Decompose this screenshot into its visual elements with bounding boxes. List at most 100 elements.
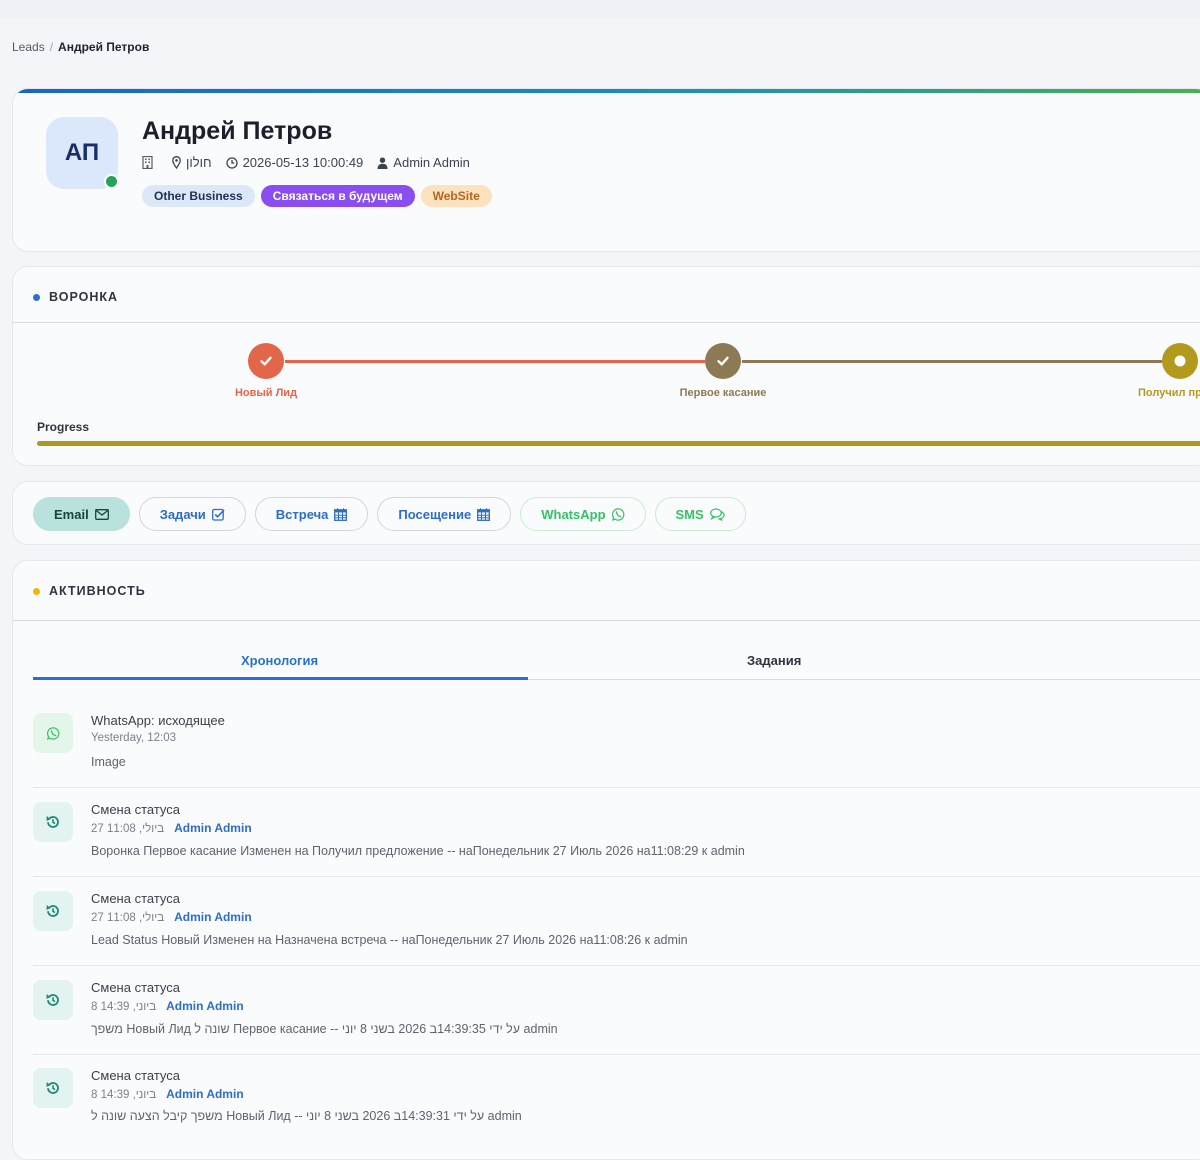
action-buttons: Email Задачи Встреча Посещение WhatsApp … [33,497,755,531]
tab-timeline[interactable]: Хронология [241,653,318,668]
funnel-connector-1 [285,360,705,363]
tasks-button[interactable]: Задачи [138,497,246,531]
check-square-icon [211,508,225,521]
visit-button-label: Посещение [398,506,472,522]
meeting-button[interactable]: Встреча [254,497,369,531]
envelope-icon [94,508,109,520]
current-step-icon [1174,355,1186,367]
timeline-item-meta: 8 14:39 ,ביוני Admin Admin [91,999,244,1013]
timeline-item-title: Смена статуса [91,1068,181,1083]
timeline-item-time: 8 14:39 ,ביוני [91,1089,157,1101]
top-bar [0,0,1200,18]
activity-heading: АКТИВНОСТЬ [33,584,146,598]
timeline-separator [33,965,1200,966]
breadcrumb-current: Андрей Петров [58,40,150,54]
activity-divider [13,620,1200,621]
breadcrumb: Leads / Андрей Петров [12,40,149,54]
tab-tasks[interactable]: Задания [747,653,801,668]
calendar-icon [477,507,491,521]
timeline-item-title: WhatsApp: исходящее [91,713,225,728]
timeline-item-body: Lead Status Новый Изменен на Назначена в… [91,933,688,947]
sms-button-label: SMS [675,506,704,522]
lead-name: Андрей Петров [142,117,333,145]
tag-source: WebSite [420,185,492,207]
email-button[interactable]: Email [33,497,130,531]
funnel-divider [13,322,1200,323]
funnel-heading-dot [33,293,40,301]
user-icon [377,157,388,169]
timeline-item-body: משפך קיבל הצעה שונה ל Новый Лид -- על יד… [91,1109,522,1123]
tag-status: Связаться в будущем [260,185,415,207]
funnel-step-got-offer[interactable] [1162,343,1198,379]
header-accent-bar [13,89,1200,93]
breadcrumb-leads-link[interactable]: Leads [12,40,45,54]
timeline-item-body: Image [91,755,126,769]
whatsapp-icon [611,507,624,521]
timeline-item-time: Yesterday, 12:03 [91,732,176,744]
funnel-step-label: Новый Лид [234,387,298,399]
funnel-heading: ВОРОНКА [33,290,118,304]
timeline-item-time: 27 11:08 ,ביולי [91,823,165,835]
whatsapp-button-label: WhatsApp [541,506,606,522]
whatsapp-button[interactable]: WhatsApp [520,497,646,531]
funnel-card: ВОРОНКА Новый Лид Первое касание Получил… [12,266,1200,466]
activity-title: АКТИВНОСТЬ [49,584,146,598]
funnel-title: ВОРОНКА [49,290,119,304]
timeline-item-meta: 8 14:39 ,ביוני Admin Admin [91,1087,244,1101]
lead-datetime-text: 2026-05-13 10:00:49 [242,155,364,170]
funnel-step-label: Первое касание [679,387,767,399]
lead-header-card: АП Андрей Петров חולון 2026-05-13 10:00:… [12,88,1200,252]
timeline-item-title: Смена статуса [91,891,181,906]
tasks-button-label: Задачи [159,506,206,522]
lead-location-text: חולון [186,155,212,170]
timeline-item-meta: 27 11:08 ,ביולי Admin Admin [91,821,252,835]
timeline-separator [33,876,1200,877]
tag-industry: Other Business [142,185,255,207]
email-button-label: Email [54,506,89,522]
timeline-item-meta: 27 11:08 ,ביולי Admin Admin [91,910,252,924]
progress-bar [37,441,1200,446]
timeline-item-time-text: Yesterday, 12:03 [91,732,177,744]
building-icon [142,156,158,169]
timeline-item-time: 27 11:08 ,ביולי [91,912,165,924]
timeline-separator [33,1054,1200,1055]
check-icon [260,356,272,366]
history-icon [33,891,73,931]
online-status-dot [104,174,119,189]
activity-heading-dot [33,587,40,595]
sms-button[interactable]: SMS [654,497,746,531]
funnel-step-label: Получил предл [1138,387,1200,399]
timeline-item-title: Смена статуса [91,802,181,817]
chat-icon [709,507,725,521]
meeting-button-label: Встреча [275,506,329,522]
tab-active-indicator [33,677,528,680]
funnel-connector-2 [742,360,1162,363]
actions-card: Email Задачи Встреча Посещение WhatsApp … [12,481,1200,545]
timeline-item-author[interactable]: Admin Admin [174,910,252,924]
visit-button[interactable]: Посещение [377,497,512,531]
progress-fill [37,441,1200,446]
calendar-icon [334,507,348,521]
timeline-separator [33,787,1200,788]
timeline-item-title: Смена статуса [91,980,181,995]
lead-tags: Other Business Связаться в будущем WebSi… [142,185,498,207]
lead-datetime: 2026-05-13 10:00:49 [225,155,364,170]
lead-owner: Admin Admin [377,155,470,170]
map-pin-icon [172,156,181,169]
funnel-step-first-contact[interactable] [705,343,741,379]
timeline-item-author[interactable]: Admin Admin [166,1087,244,1101]
lead-meta: חולון 2026-05-13 10:00:49 Admin Admin [142,155,484,170]
lead-location: חולון [172,155,212,170]
funnel-step-new-lead[interactable] [248,343,284,379]
progress-label: Progress [37,420,90,434]
history-icon [33,1068,73,1108]
lead-owner-text: Admin Admin [393,155,470,170]
timeline-item-body: Воронка Первое касание Изменен на Получи… [91,844,745,858]
history-icon [33,802,73,842]
clock-icon [225,156,238,169]
timeline-item-author[interactable]: Admin Admin [166,999,244,1013]
timeline-item-author[interactable]: Admin Admin [174,821,252,835]
history-icon [33,980,73,1020]
check-icon [717,356,729,366]
timeline-item-body: משפך Новый Лид שונה ל Первое касание -- … [91,1022,558,1036]
